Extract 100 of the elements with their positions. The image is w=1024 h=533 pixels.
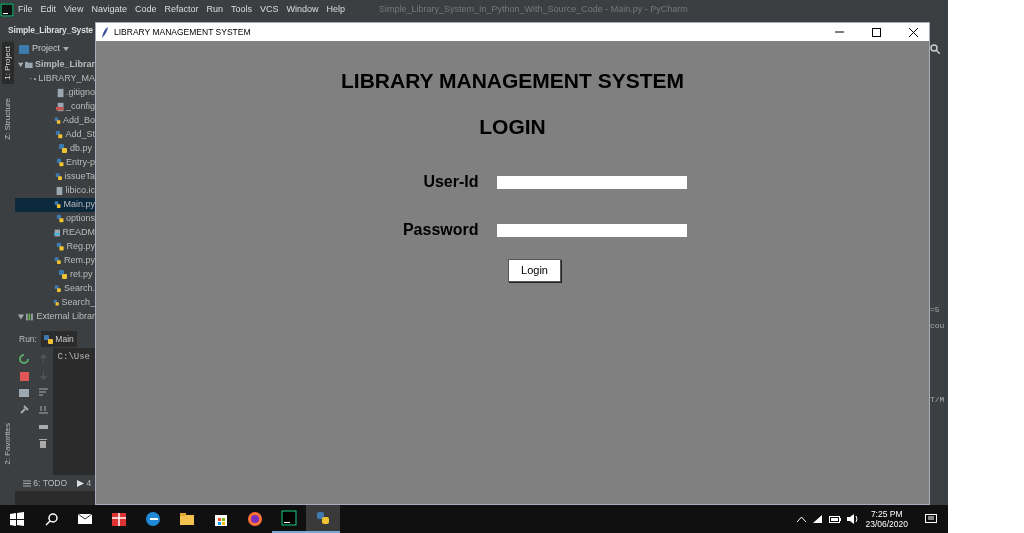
- tree-item[interactable]: Reg.py: [15, 240, 95, 254]
- console-output: C:\Use: [52, 348, 95, 475]
- item-label: .gitigno: [65, 86, 95, 100]
- python-file-icon: [55, 158, 64, 168]
- tree-item[interactable]: Add_Bo: [15, 114, 95, 128]
- item-label: External Librar: [36, 310, 95, 324]
- menu-item[interactable]: File: [14, 3, 37, 17]
- dropdown-caret-icon[interactable]: [63, 47, 69, 51]
- python-file-icon: [54, 200, 62, 210]
- pin-icon[interactable]: [19, 405, 29, 414]
- breadcrumb[interactable]: Simple_Library_Syste: [8, 23, 93, 37]
- tool-window-tab[interactable]: 2: Favorites: [1, 419, 14, 469]
- file-icon: [55, 186, 64, 196]
- field-label: Password: [401, 220, 479, 240]
- layout-icon[interactable]: [19, 389, 30, 397]
- python-icon: [43, 334, 53, 344]
- item-label: Add_Bo: [62, 114, 95, 128]
- tree-item[interactable]: libico.ic: [15, 184, 95, 198]
- menu-item[interactable]: Tools: [226, 3, 256, 17]
- python-file-icon: [55, 214, 64, 224]
- item-label: Reg.py: [66, 240, 95, 254]
- chevron-up-icon[interactable]: [797, 516, 807, 522]
- maximize-icon[interactable]: [871, 27, 881, 37]
- code-fragment: cou: [930, 320, 945, 332]
- item-label: Search.: [63, 282, 95, 296]
- tool-tab[interactable]: 4: [77, 476, 92, 490]
- tree-item[interactable]: External Librar: [15, 310, 95, 324]
- file-icon: [55, 88, 64, 98]
- windows-logo-icon[interactable]: [10, 512, 24, 526]
- item-label: Search_: [61, 296, 95, 310]
- menu-item[interactable]: VCS: [256, 3, 283, 17]
- python-file-icon: [53, 116, 61, 126]
- tree-item[interactable]: ret.py: [15, 268, 95, 282]
- menu-item[interactable]: Edit: [36, 3, 61, 17]
- item-label: _config: [65, 100, 95, 114]
- clock-time[interactable]: 7:25 PM: [865, 508, 908, 519]
- menu-item[interactable]: Window: [282, 3, 323, 17]
- login-button[interactable]: Login: [508, 259, 561, 282]
- menu-item[interactable]: Run: [202, 3, 227, 17]
- close-icon[interactable]: [908, 27, 918, 37]
- python-file-icon: [55, 130, 64, 140]
- item-label: Simple_Librar: [34, 58, 95, 72]
- code-fragment: T/M: [930, 394, 945, 406]
- mail-icon: [77, 511, 93, 527]
- run-tab[interactable]: Main: [40, 330, 77, 348]
- menu-item[interactable]: Code: [130, 3, 161, 17]
- gift-icon: [111, 511, 127, 527]
- rerun-icon[interactable]: [19, 354, 30, 364]
- browser-icon: [145, 511, 161, 527]
- menu-item[interactable]: Help: [322, 3, 350, 17]
- tree-item[interactable]: _config: [15, 100, 95, 114]
- python-file-icon: [54, 284, 62, 294]
- tree-item[interactable]: Entry-p: [15, 156, 95, 170]
- python-file-icon: [55, 242, 65, 252]
- search-icon[interactable]: [930, 44, 940, 54]
- tree-item[interactable]: issueTa: [15, 170, 95, 184]
- print-icon[interactable]: [38, 422, 48, 431]
- clock-date[interactable]: 23/06/2020: [865, 519, 908, 530]
- tree-item[interactable]: Main.py: [15, 198, 95, 212]
- app-logo-icon: [0, 3, 14, 17]
- tree-item[interactable]: db.py: [15, 142, 95, 156]
- tree-item[interactable]: Search.: [15, 282, 95, 296]
- library-icon: [25, 312, 35, 322]
- battery-icon[interactable]: [829, 515, 842, 523]
- item-label: READM: [62, 226, 95, 240]
- tree-item[interactable]: Rem.py: [15, 254, 95, 268]
- notification-icon[interactable]: [925, 513, 937, 525]
- menu-item[interactable]: Navigate: [87, 3, 131, 17]
- stop-icon[interactable]: [19, 372, 29, 381]
- menu-item[interactable]: View: [60, 3, 88, 17]
- item-label: issueTa: [64, 170, 95, 184]
- tree-item[interactable]: LIBRARY_MA: [15, 72, 95, 86]
- wifi-icon[interactable]: [812, 514, 824, 524]
- search-icon[interactable]: [44, 512, 58, 526]
- python-file-icon: [53, 298, 60, 308]
- panel-title[interactable]: Project: [32, 42, 60, 56]
- tree-item[interactable]: Add_St: [15, 128, 95, 142]
- volume-icon[interactable]: [847, 514, 860, 524]
- tree-item[interactable]: Simple_Librar: [15, 58, 95, 72]
- tree-item[interactable]: READM: [15, 226, 95, 240]
- item-label: Main.py: [63, 198, 95, 212]
- input-field[interactable]: [496, 223, 687, 237]
- item-label: Entry-p: [66, 156, 95, 170]
- tool-window-tab[interactable]: Z: Structure: [1, 93, 14, 144]
- item-label: Add_St: [65, 128, 95, 142]
- tree-item[interactable]: Search_: [15, 296, 95, 310]
- tree-item[interactable]: options: [15, 212, 95, 226]
- tool-tab[interactable]: 6: TODO: [23, 476, 68, 490]
- item-label: ret.py: [70, 268, 93, 282]
- item-label: Rem.py: [64, 254, 95, 268]
- python-file-icon: [54, 256, 62, 266]
- run-panel-label: Run:: [19, 332, 37, 346]
- input-field[interactable]: [496, 175, 687, 189]
- taskbar-app-button[interactable]: [306, 505, 340, 533]
- readme-file-icon: [53, 228, 61, 238]
- trash-icon[interactable]: [39, 439, 48, 448]
- feather-icon: [102, 26, 109, 38]
- tree-item[interactable]: .gitigno: [15, 86, 95, 100]
- tool-window-tab[interactable]: 1: Project: [1, 42, 14, 84]
- menu-item[interactable]: Refactor: [160, 3, 203, 17]
